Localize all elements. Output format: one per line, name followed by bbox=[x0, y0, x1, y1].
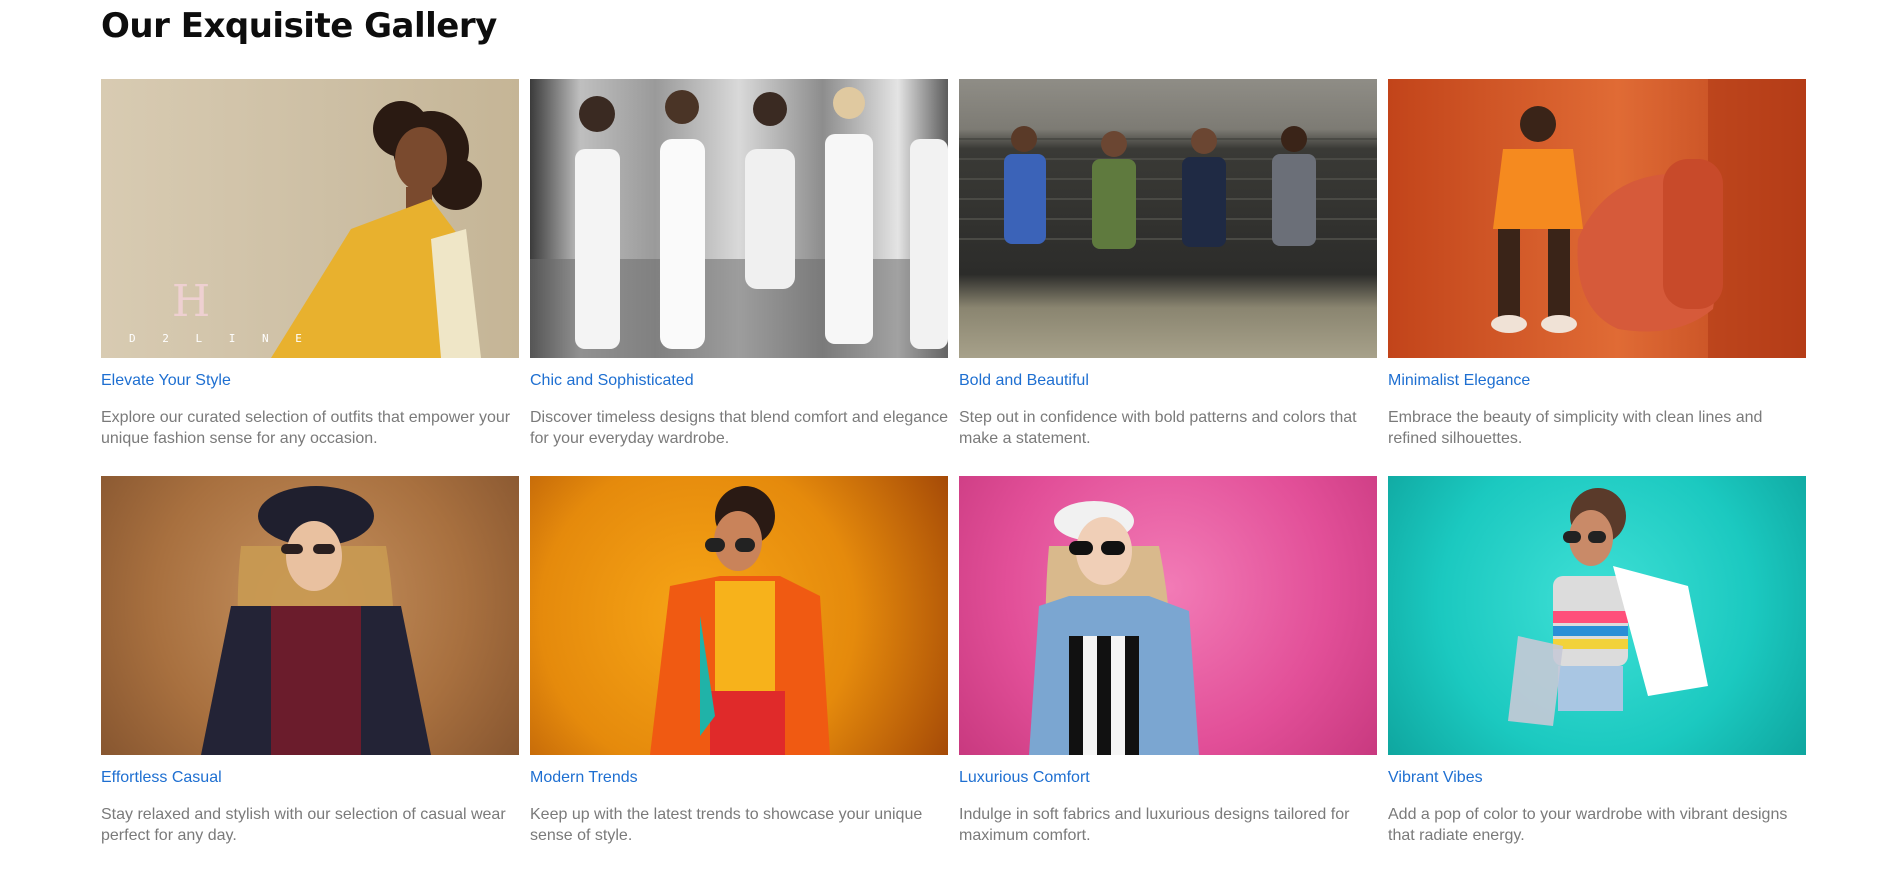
gallery-image-luxurious[interactable] bbox=[959, 476, 1377, 755]
card-title-link[interactable]: Effortless Casual bbox=[101, 769, 222, 787]
gallery-image-vibrant[interactable] bbox=[1388, 476, 1806, 755]
card-description: Step out in confidence with bold pattern… bbox=[959, 409, 1357, 447]
gallery-image-chic[interactable] bbox=[530, 79, 948, 358]
model-photo bbox=[1029, 501, 1199, 755]
card-title-link[interactable]: Minimalist Elegance bbox=[1388, 372, 1530, 390]
gallery-image-modern[interactable] bbox=[530, 476, 948, 755]
card-title-link[interactable]: Modern Trends bbox=[530, 769, 638, 787]
model-photo bbox=[201, 486, 431, 755]
model-photo bbox=[650, 486, 830, 755]
card-description: Embrace the beauty of simplicity with cl… bbox=[1388, 409, 1763, 447]
card-description: Keep up with the latest trends to showca… bbox=[530, 806, 923, 844]
gallery-grid: H D 2 L I N E Elevate Your Style Explore… bbox=[101, 79, 1806, 851]
gallery-page: Our Exquisite Gallery H D 2 L I N E Elev… bbox=[0, 0, 1896, 878]
gallery-image-bold[interactable] bbox=[959, 79, 1377, 358]
model-photo bbox=[1508, 488, 1708, 726]
card-description: Add a pop of color to your wardrobe with… bbox=[1388, 806, 1788, 844]
gallery-card: Effortless Casual Stay relaxed and styli… bbox=[101, 476, 519, 851]
gallery-card: Vibrant Vibes Add a pop of color to your… bbox=[1388, 476, 1806, 851]
collage-photo bbox=[530, 87, 948, 358]
card-description: Indulge in soft fabrics and luxurious de… bbox=[959, 806, 1350, 844]
brand-logo-text: D 2 L I N E bbox=[129, 332, 312, 345]
gallery-card: H D 2 L I N E Elevate Your Style Explore… bbox=[101, 79, 519, 454]
card-title-link[interactable]: Chic and Sophisticated bbox=[530, 372, 694, 390]
svg-text:H: H bbox=[172, 276, 210, 324]
gallery-image-elevate[interactable]: H D 2 L I N E bbox=[101, 79, 519, 358]
model-photo bbox=[1491, 79, 1806, 358]
page-title: Our Exquisite Gallery bbox=[101, 6, 497, 46]
card-description: Stay relaxed and stylish with our select… bbox=[101, 806, 506, 844]
card-title-link[interactable]: Elevate Your Style bbox=[101, 372, 231, 390]
card-title-link[interactable]: Luxurious Comfort bbox=[959, 769, 1090, 787]
card-description: Discover timeless designs that blend com… bbox=[530, 409, 948, 447]
gallery-image-minimalist[interactable] bbox=[1388, 79, 1806, 358]
gallery-card: Luxurious Comfort Indulge in soft fabric… bbox=[959, 476, 1377, 851]
gallery-image-casual[interactable] bbox=[101, 476, 519, 755]
gallery-card: Bold and Beautiful Step out in confidenc… bbox=[959, 79, 1377, 454]
gallery-card: Minimalist Elegance Embrace the beauty o… bbox=[1388, 79, 1806, 454]
group-photo bbox=[959, 126, 1377, 249]
gallery-card: Chic and Sophisticated Discover timeless… bbox=[530, 79, 948, 454]
brand-logo-icon: H bbox=[172, 276, 210, 324]
gallery-card: Modern Trends Keep up with the latest tr… bbox=[530, 476, 948, 851]
card-description: Explore our curated selection of outfits… bbox=[101, 409, 511, 447]
card-title-link[interactable]: Bold and Beautiful bbox=[959, 372, 1089, 390]
card-title-link[interactable]: Vibrant Vibes bbox=[1388, 769, 1483, 787]
